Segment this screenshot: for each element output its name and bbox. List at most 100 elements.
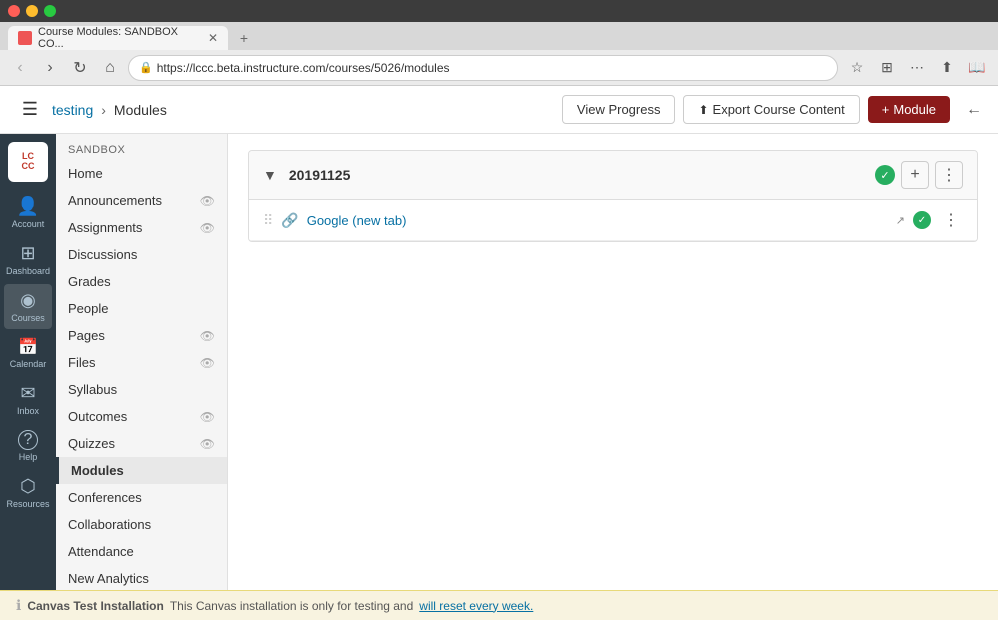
reading-icon[interactable]: 📖 — [964, 55, 990, 81]
sidebar-label-assignments: Assignments — [68, 220, 142, 235]
nav-label-help: Help — [19, 452, 38, 462]
browser-titlebar — [0, 0, 998, 22]
address-bar[interactable]: 🔒 https://lccc.beta.instructure.com/cour… — [128, 55, 838, 81]
tab-title: Course Modules: SANDBOX CO... — [38, 26, 202, 50]
new-tab-button[interactable]: + — [232, 26, 256, 50]
hamburger-button[interactable]: ☰ — [16, 96, 44, 124]
module-title: 20191125 — [289, 167, 867, 183]
lock-icon: 🔒 — [139, 61, 153, 74]
module-complete-icon: ✓ — [875, 165, 895, 185]
nav-item-account[interactable]: 👤 Account — [4, 190, 52, 235]
module-container: ▼ 20191125 ✓ + ⋮ ⠿ 🔗 Google (new tab) ↗ … — [248, 150, 978, 242]
bottom-message-prefix: This Canvas installation is only for tes… — [170, 599, 413, 613]
nav-label-account: Account — [12, 219, 45, 229]
sidebar-item-outcomes[interactable]: Outcomes 👁 — [56, 403, 227, 430]
breadcrumb-separator: › — [101, 102, 106, 118]
export-course-content-button[interactable]: ⬆ Export Course Content — [683, 95, 859, 124]
nav-item-help[interactable]: ? Help — [4, 424, 52, 468]
sidebar-item-syllabus[interactable]: Syllabus — [56, 376, 227, 403]
sidebar-label-collaborations: Collaborations — [68, 517, 151, 532]
nav-item-dashboard[interactable]: ⊞ Dashboard — [4, 237, 52, 282]
export-icon: ⬆ — [698, 103, 708, 117]
add-module-plus-icon: + — [882, 102, 890, 117]
sidebar-label-conferences: Conferences — [68, 490, 142, 505]
minimize-button[interactable] — [26, 5, 38, 17]
module-add-button[interactable]: + — [901, 161, 929, 189]
browser-tab[interactable]: Course Modules: SANDBOX CO... ✕ — [8, 26, 228, 50]
sidebar-label-announcements: Announcements — [68, 193, 162, 208]
sidebar-item-modules[interactable]: Modules — [56, 457, 227, 484]
nav-item-calendar[interactable]: 📅 Calendar — [4, 331, 52, 375]
reset-link[interactable]: will reset every week. — [419, 599, 533, 613]
tab-favicon — [18, 31, 32, 45]
course-breadcrumb-link[interactable]: testing — [52, 102, 93, 118]
sidebar-item-assignments[interactable]: Assignments 👁 — [56, 214, 227, 241]
app-logo[interactable]: LC CC — [8, 142, 48, 182]
sidebar-item-announcements[interactable]: Announcements 👁 — [56, 187, 227, 214]
main-content: ▼ 20191125 ✓ + ⋮ ⠿ 🔗 Google (new tab) ↗ … — [228, 134, 998, 590]
sidebar-item-pages[interactable]: Pages 👁 — [56, 322, 227, 349]
item-check-icon: ✓ — [913, 211, 931, 229]
browser-tab-bar: Course Modules: SANDBOX CO... ✕ + — [0, 22, 998, 50]
nav-item-courses[interactable]: ◉ Courses — [4, 284, 52, 329]
back-navigation-button[interactable]: ← — [966, 101, 982, 119]
drag-handle-icon[interactable]: ⠿ — [263, 212, 273, 229]
menu-icon[interactable]: ⋯ — [904, 55, 930, 81]
nav-item-inbox[interactable]: ✉ Inbox — [4, 377, 52, 422]
sidebar-label-quizzes: Quizzes — [68, 436, 115, 451]
sidebar-label-modules: Modules — [71, 463, 124, 478]
close-button[interactable] — [8, 5, 20, 17]
view-progress-button[interactable]: View Progress — [562, 95, 676, 124]
sidebar-label-grades: Grades — [68, 274, 111, 289]
tab-close-button[interactable]: ✕ — [208, 31, 218, 45]
add-module-button[interactable]: + Module — [868, 96, 950, 123]
sidebar-item-people[interactable]: People — [56, 295, 227, 322]
sidebar-item-home[interactable]: Home — [56, 160, 227, 187]
sidebar-label-syllabus: Syllabus — [68, 382, 117, 397]
back-button[interactable]: ‹ — [8, 56, 32, 80]
sidebar-item-new-analytics[interactable]: New Analytics — [56, 565, 227, 590]
extensions-icon[interactable]: ⊞ — [874, 55, 900, 81]
sidebar-item-files[interactable]: Files 👁 — [56, 349, 227, 376]
sidebar-item-discussions[interactable]: Discussions — [56, 241, 227, 268]
eye-icon-quizzes: 👁 — [200, 437, 215, 451]
sidebar-item-conferences[interactable]: Conferences — [56, 484, 227, 511]
sidebar-item-attendance[interactable]: Attendance — [56, 538, 227, 565]
eye-icon-announcements: 👁 — [200, 194, 215, 208]
sidebar-label-attendance: Attendance — [68, 544, 134, 559]
url-text: https://lccc.beta.instructure.com/course… — [157, 61, 450, 75]
item-title[interactable]: Google (new tab) — [307, 213, 888, 228]
sidebar-label-pages: Pages — [68, 328, 105, 343]
info-icon: ℹ — [16, 597, 21, 614]
bookmarks-icon[interactable]: ☆ — [844, 55, 870, 81]
share-icon[interactable]: ⬆ — [934, 55, 960, 81]
nav-label-calendar: Calendar — [10, 359, 47, 369]
page-title: Modules — [114, 102, 167, 118]
sidebar-label-outcomes: Outcomes — [68, 409, 127, 424]
eye-icon-pages: 👁 — [200, 329, 215, 343]
maximize-button[interactable] — [44, 5, 56, 17]
sidebar-label-new-analytics: New Analytics — [68, 571, 149, 586]
sidebar-course-label: Sandbox — [56, 134, 227, 160]
external-link-icon: ↗ — [896, 214, 905, 227]
module-collapse-arrow[interactable]: ▼ — [263, 167, 277, 183]
sidebar-item-grades[interactable]: Grades — [56, 268, 227, 295]
courses-icon: ◉ — [20, 290, 36, 311]
nav-label-inbox: Inbox — [17, 406, 39, 416]
nav-label-resources: Resources — [6, 499, 49, 509]
inbox-icon: ✉ — [20, 383, 35, 404]
sidebar-item-collaborations[interactable]: Collaborations — [56, 511, 227, 538]
sidebar-label-discussions: Discussions — [68, 247, 137, 262]
toolbar-actions: ☆ ⊞ ⋯ ⬆ 📖 — [844, 55, 990, 81]
item-kebab-button[interactable]: ⋮ — [939, 208, 963, 232]
home-button[interactable]: ⌂ — [98, 56, 122, 80]
forward-button[interactable]: › — [38, 56, 62, 80]
nav-item-resources[interactable]: ⬡ Resources — [4, 470, 52, 515]
module-kebab-button[interactable]: ⋮ — [935, 161, 963, 189]
sidebar-label-home: Home — [68, 166, 103, 181]
help-icon: ? — [18, 430, 38, 450]
logo-text: LC CC — [22, 152, 35, 172]
sidebar-label-people: People — [68, 301, 108, 316]
refresh-button[interactable]: ↻ — [68, 56, 92, 80]
sidebar-item-quizzes[interactable]: Quizzes 👁 — [56, 430, 227, 457]
